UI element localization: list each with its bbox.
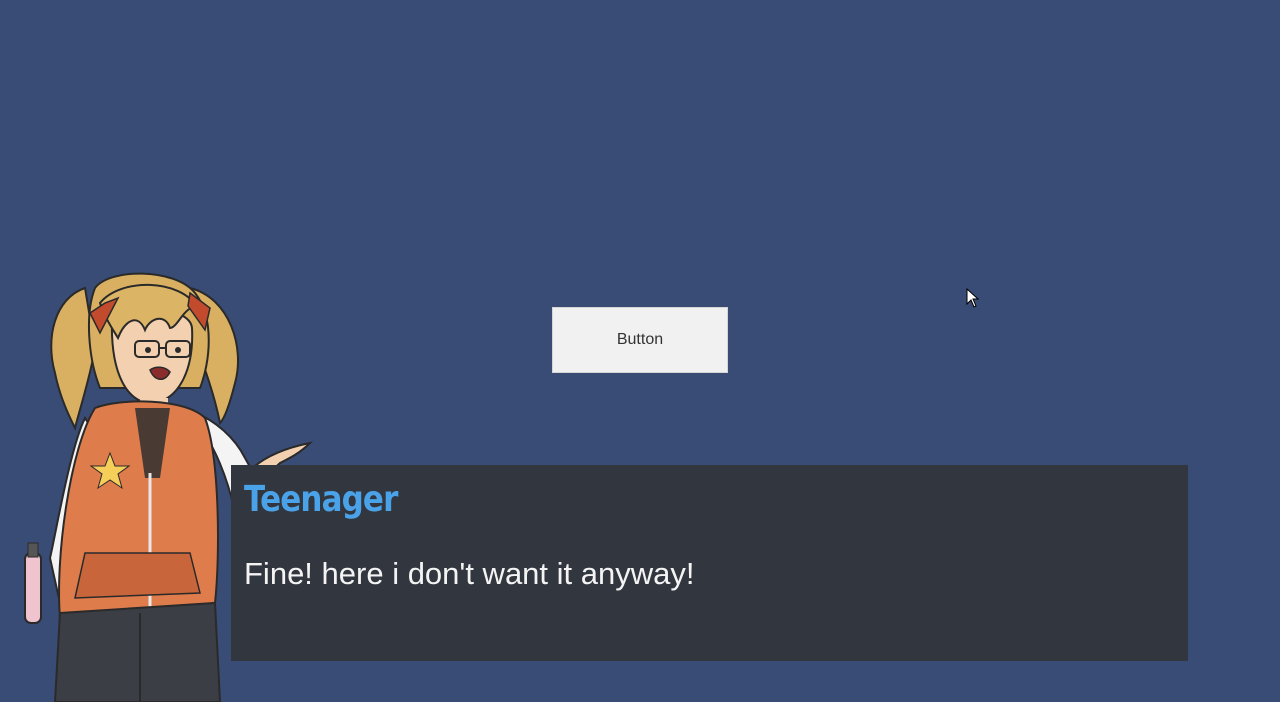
speaker-name: Teenager [244, 479, 398, 520]
mouse-pointer-icon [966, 288, 980, 308]
center-button[interactable]: Button [552, 307, 728, 373]
dialog-text: Fine! here i don't want it anyway! [244, 556, 695, 591]
dialog-box[interactable]: Teenager Fine! here i don't want it anyw… [231, 465, 1188, 661]
